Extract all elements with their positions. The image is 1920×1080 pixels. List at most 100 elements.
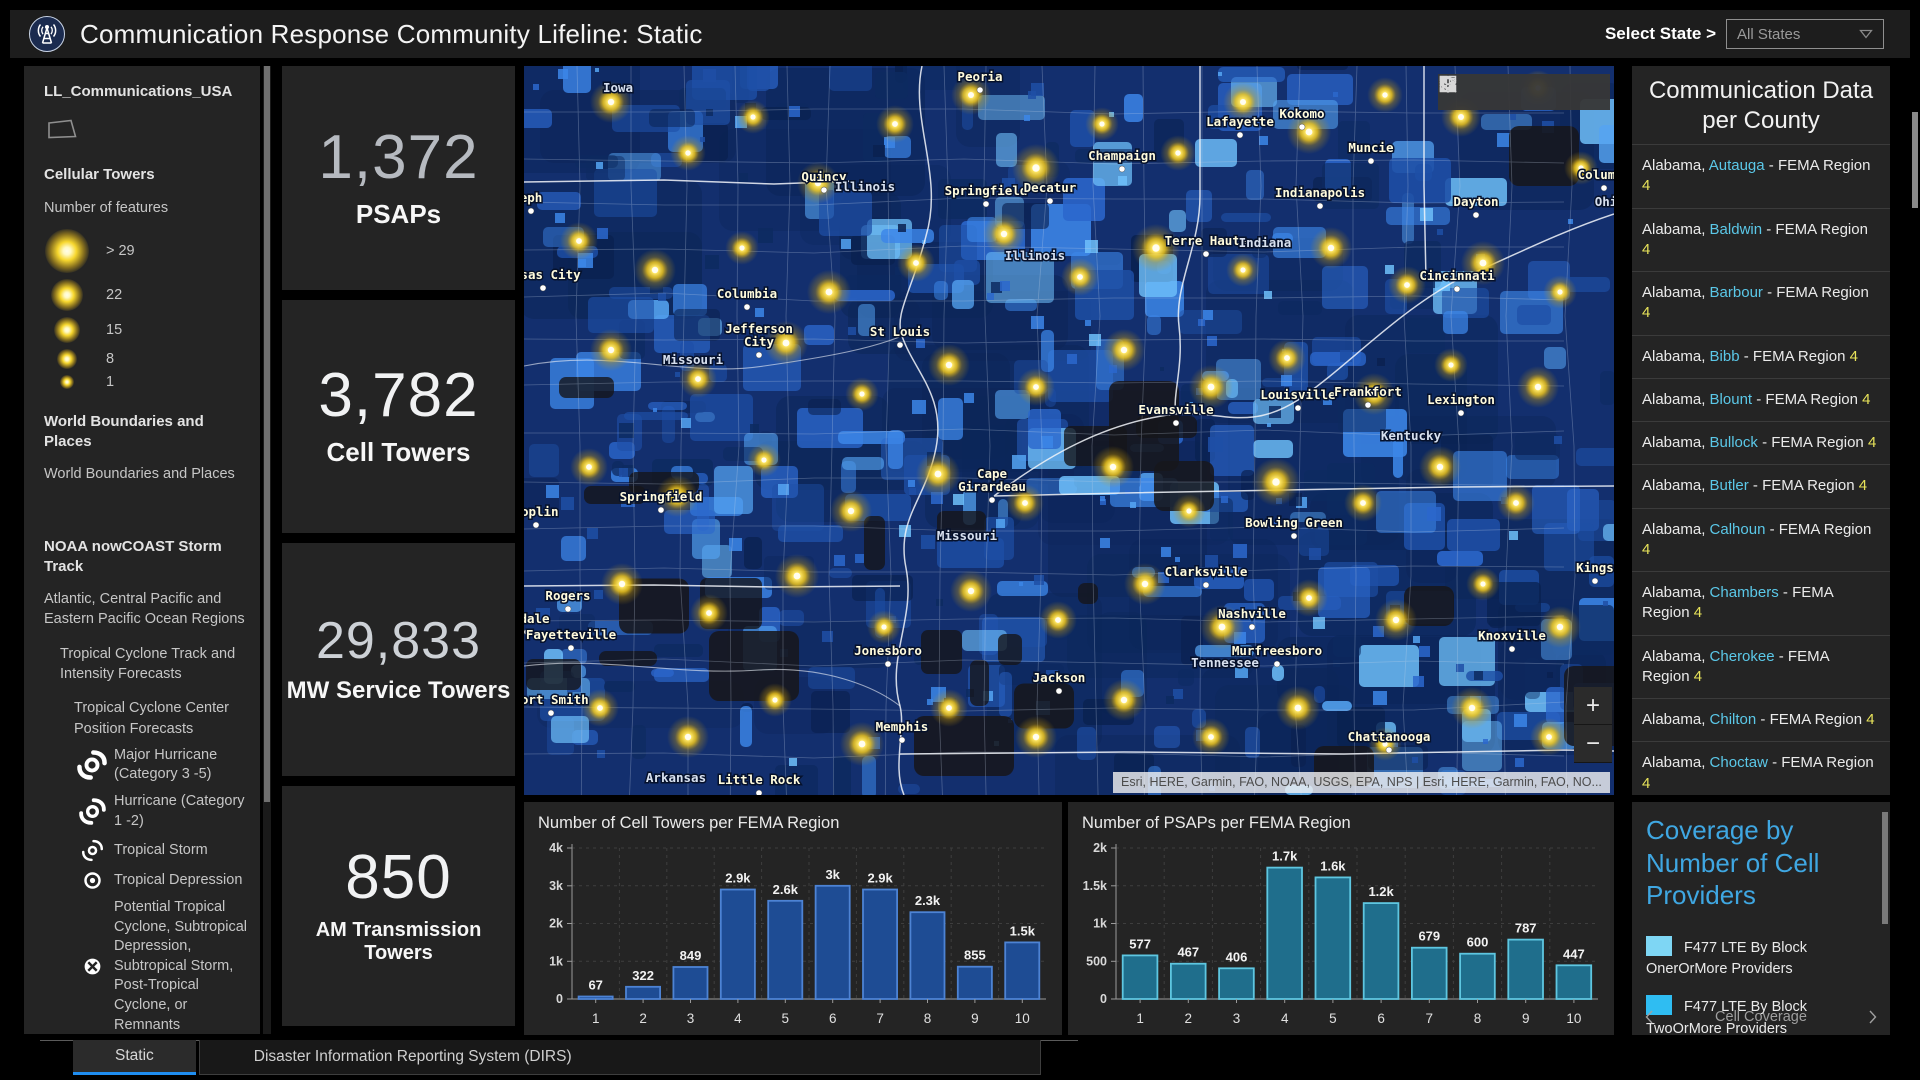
svg-text:Peoria: Peoria xyxy=(957,69,1002,84)
bar-region-5[interactable] xyxy=(1316,877,1351,999)
bar-region-4[interactable] xyxy=(1267,868,1302,999)
app-header: Communication Response Community Lifelin… xyxy=(10,10,1910,58)
map-zoom-control: + − xyxy=(1574,687,1612,763)
map[interactable]: IowaPeoriaLafayetteKokomoMuncieChampaign… xyxy=(524,66,1614,795)
svg-text:6: 6 xyxy=(829,1011,837,1026)
svg-text:Springfield: Springfield xyxy=(945,183,1028,198)
bar-region-1[interactable] xyxy=(579,997,613,1000)
chevron-right-icon[interactable] xyxy=(1856,1009,1890,1025)
legend-storm-item: Major Hurricane (Category 3 -5) xyxy=(74,746,248,785)
svg-text:4k: 4k xyxy=(549,841,563,855)
county-row[interactable]: Alabama, Calhoun - FEMA Region 4 xyxy=(1632,508,1890,572)
svg-text:Illinois: Illinois xyxy=(1005,248,1065,263)
bar-region-2[interactable] xyxy=(1171,964,1206,999)
county-row[interactable]: Alabama, Choctaw - FEMA Region 4 xyxy=(1632,741,1890,795)
svg-text:Memphis: Memphis xyxy=(876,719,929,734)
zoom-out-button[interactable]: − xyxy=(1574,725,1612,763)
bar-region-6[interactable] xyxy=(1364,903,1399,999)
home-icon[interactable] xyxy=(1476,76,1508,108)
legend-icon[interactable] xyxy=(1508,76,1540,108)
county-scrollbar-thumb[interactable] xyxy=(1912,112,1918,208)
state-dropdown[interactable]: All States xyxy=(1726,19,1884,49)
tab-disaster-information-reporting-system-dirs[interactable]: Disaster Information Reporting System (D… xyxy=(199,1040,1041,1075)
legend-layer-label: World Boundaries and Places xyxy=(44,464,248,484)
county-row[interactable]: Alabama, Barbour - FEMA Region 4 xyxy=(1632,271,1890,335)
svg-text:Rogers: Rogers xyxy=(545,588,590,603)
county-row[interactable]: Alabama, Baldwin - FEMA Region 4 xyxy=(1632,208,1890,272)
svg-text:Illinois: Illinois xyxy=(835,179,895,194)
svg-text:2k: 2k xyxy=(1093,841,1107,855)
svg-text:eph: eph xyxy=(524,190,542,205)
svg-text:Lexington: Lexington xyxy=(1427,392,1495,407)
legend-layer-label: Atlantic, Central Pacific and Eastern Pa… xyxy=(44,589,248,630)
bar-region-10[interactable] xyxy=(1557,965,1592,999)
svg-text:8: 8 xyxy=(1474,1011,1482,1026)
svg-text:1.5k: 1.5k xyxy=(1010,923,1036,938)
svg-text:Fayetteville: Fayetteville xyxy=(526,627,617,642)
bar-region-4[interactable] xyxy=(721,890,755,1000)
bar-region-8[interactable] xyxy=(910,912,944,999)
county-row[interactable]: Alabama, Bullock - FEMA Region 4 xyxy=(1632,421,1890,464)
stat-label: Cell Towers xyxy=(326,437,470,468)
layers-icon[interactable] xyxy=(1540,76,1572,108)
legend-layer-label: Tropical Cyclone Track and Intensity For… xyxy=(60,644,248,685)
bar-region-3[interactable] xyxy=(1219,968,1254,999)
county-row[interactable]: Alabama, Chambers - FEMA Region 4 xyxy=(1632,571,1890,635)
state-dropdown-value: All States xyxy=(1737,26,1859,43)
legend-sidebar: LL_Communications_USA Cellular Towers Nu… xyxy=(24,66,260,1034)
bar-region-3[interactable] xyxy=(673,967,707,999)
stat-value: 850 xyxy=(345,847,451,909)
legend-layer-title: Cellular Towers xyxy=(44,165,248,185)
county-row[interactable]: Alabama, Autauga - FEMA Region 4 xyxy=(1632,144,1890,208)
basemap-icon[interactable] xyxy=(1572,76,1604,108)
chevron-left-icon[interactable] xyxy=(1632,1009,1666,1025)
svg-text:Columbia: Columbia xyxy=(717,286,777,301)
svg-text:5: 5 xyxy=(1329,1011,1337,1026)
legend-size-label: 22 xyxy=(106,285,122,305)
svg-text:9: 9 xyxy=(1522,1011,1530,1026)
bar-region-2[interactable] xyxy=(626,987,660,999)
bar-region-9[interactable] xyxy=(1508,940,1543,999)
svg-text:500: 500 xyxy=(1086,954,1107,968)
svg-text:2.6k: 2.6k xyxy=(773,882,799,897)
bar-region-5[interactable] xyxy=(768,901,802,999)
tab-bar: StaticDisaster Information Reporting Sys… xyxy=(73,1040,1041,1075)
county-row[interactable]: Alabama, Butler - FEMA Region 4 xyxy=(1632,464,1890,507)
bar-region-10[interactable] xyxy=(1005,942,1039,999)
svg-text:Kings: Kings xyxy=(1576,560,1614,575)
map-canvas-svg: IowaPeoriaLafayetteKokomoMuncieChampaign… xyxy=(524,66,1614,795)
bar-region-6[interactable] xyxy=(816,886,850,999)
svg-text:0: 0 xyxy=(556,992,563,1006)
svg-text:679: 679 xyxy=(1418,929,1440,944)
svg-text:322: 322 xyxy=(632,968,654,983)
svg-text:3k: 3k xyxy=(549,879,563,893)
bar-region-7[interactable] xyxy=(1412,948,1447,999)
svg-text:2.9k: 2.9k xyxy=(725,871,751,886)
svg-text:Missouri: Missouri xyxy=(663,352,724,367)
svg-text:Jackson: Jackson xyxy=(1033,670,1086,685)
legend-size-label: > 29 xyxy=(106,241,135,261)
bar-region-8[interactable] xyxy=(1460,954,1495,999)
bar-region-7[interactable] xyxy=(863,890,897,1000)
coverage-scrollbar-thumb[interactable] xyxy=(1882,812,1888,924)
svg-text:Muncie: Muncie xyxy=(1348,140,1394,155)
county-row[interactable]: Alabama, Bibb - FEMA Region 4 xyxy=(1632,335,1890,378)
bar-region-9[interactable] xyxy=(958,967,992,999)
legend-storm-item: Tropical Depression xyxy=(74,870,248,891)
scrollbar-thumb[interactable] xyxy=(264,66,270,802)
svg-text:Dayton: Dayton xyxy=(1453,194,1498,209)
zoom-in-button[interactable]: + xyxy=(1574,687,1612,725)
select-state-label: Select State > xyxy=(1605,24,1716,44)
county-row[interactable]: Alabama, Chilton - FEMA Region 4 xyxy=(1632,698,1890,741)
legend-size-class: > 29 xyxy=(44,226,248,276)
svg-text:Louisville: Louisville xyxy=(1260,387,1336,402)
tab-static[interactable]: Static xyxy=(73,1040,196,1075)
bar-region-1[interactable] xyxy=(1123,955,1158,999)
county-row[interactable]: Alabama, Cherokee - FEMA Region 4 xyxy=(1632,635,1890,699)
svg-text:1.5k: 1.5k xyxy=(1083,879,1107,893)
county-row[interactable]: Alabama, Blount - FEMA Region 4 xyxy=(1632,378,1890,421)
major-hurricane-icon xyxy=(74,749,110,781)
legend-size-label: 8 xyxy=(106,349,114,369)
svg-text:Columbu: Columbu xyxy=(1578,167,1614,182)
legend-scrollbar[interactable] xyxy=(263,66,271,1034)
